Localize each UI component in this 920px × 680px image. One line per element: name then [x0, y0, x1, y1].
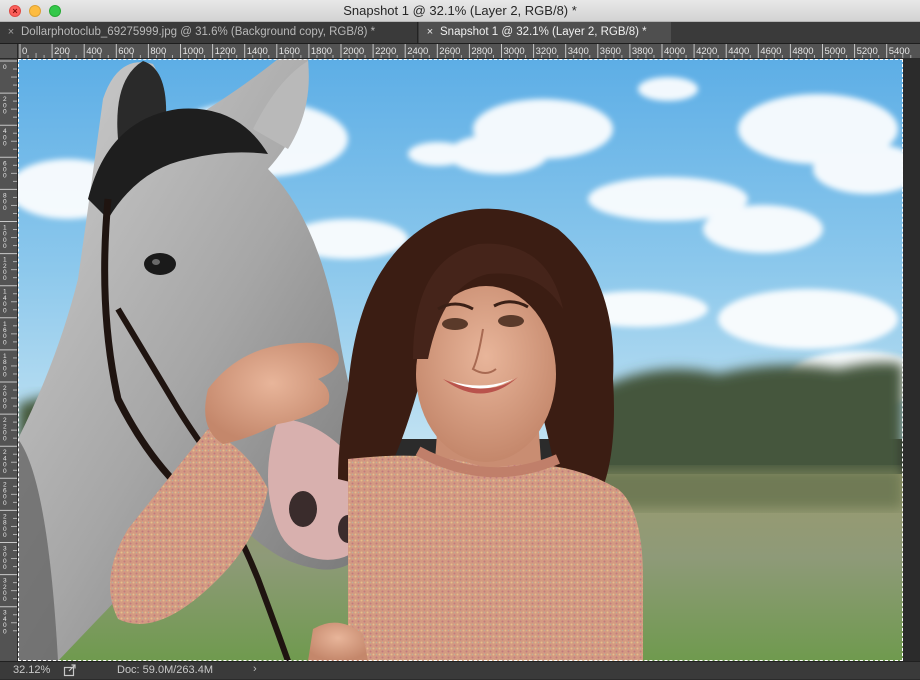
ruler-label: 2600: [439, 46, 460, 57]
ruler-label: 3600: [600, 46, 621, 57]
ruler-label: 3200: [536, 46, 557, 57]
ruler-label: 4800: [792, 46, 813, 57]
ruler-label: 0: [3, 532, 7, 539]
ruler-label: 600: [118, 46, 134, 57]
vertical-ruler[interactable]: 0200400600800100012001400160018002000220…: [0, 59, 18, 661]
tab-dollarphotoclub-document[interactable]: × Dollarphotoclub_69275999.jpg @ 31.6% (B…: [0, 22, 418, 43]
ruler-label: 0: [3, 372, 7, 379]
ruler-label: 2200: [375, 46, 396, 57]
ruler-label: 0: [3, 141, 7, 148]
ruler-label: 0: [3, 205, 7, 212]
zoom-level[interactable]: 32.12%: [13, 664, 50, 676]
ruler-label: 2000: [343, 46, 364, 57]
chevron-right-icon[interactable]: ›: [253, 663, 257, 675]
ruler-label: 5400: [889, 46, 910, 57]
ruler-label: 0: [3, 339, 7, 346]
share-icon[interactable]: [63, 663, 77, 677]
ruler-label: 1400: [247, 46, 268, 57]
ruler-label: 0: [3, 404, 7, 411]
ruler-label: 1600: [279, 46, 300, 57]
ruler-label: 1000: [183, 46, 204, 57]
ruler-label: 0: [3, 628, 7, 635]
window-title: Snapshot 1 @ 32.1% (Layer 2, RGB/8) *: [343, 3, 577, 18]
tab-label: Snapshot 1 @ 32.1% (Layer 2, RGB/8) *: [440, 26, 647, 38]
title-bar: × Snapshot 1 @ 32.1% (Layer 2, RGB/8) *: [0, 0, 920, 22]
ruler-label: 0: [3, 307, 7, 314]
ruler-label: 800: [150, 46, 166, 57]
horizontal-ruler[interactable]: 0 200 400 600 800 1000 1200 1400 1600 1800 2000 220…: [18, 44, 920, 59]
ruler-label: 5200: [857, 46, 878, 57]
ruler-label: 0: [3, 64, 7, 71]
ruler-label: 0: [3, 109, 7, 116]
ruler-label: 1200: [215, 46, 236, 57]
ruler-label: 3800: [632, 46, 653, 57]
photo-image: [18, 59, 903, 661]
ruler-label: 3000: [504, 46, 525, 57]
ruler-label: 4600: [760, 46, 781, 57]
ruler-label: 2400: [407, 46, 428, 57]
status-bar: 32.12% Doc: 59.0M/263.4M ›: [0, 661, 920, 679]
ruler-label: 1800: [311, 46, 332, 57]
ruler-label: 0: [3, 275, 7, 282]
ruler-label: 0: [3, 243, 7, 250]
horizontal-ruler-scale: 0 200 400 600 800 1000 1200 1400 1600 1800 2000 220…: [19, 44, 912, 58]
ruler-label: 4200: [696, 46, 717, 57]
vertical-ruler-scale: 0200400600800100012001400160018002000220…: [0, 60, 17, 635]
ruler-label: 2800: [471, 46, 492, 57]
ruler-label: 0: [3, 500, 7, 507]
ruler-label: 400: [86, 46, 102, 57]
ruler-label: 5000: [825, 46, 846, 57]
ruler-label: 3400: [568, 46, 589, 57]
document-canvas[interactable]: [18, 59, 903, 661]
document-size-info[interactable]: Doc: 59.0M/263.4M: [117, 664, 213, 676]
ruler-label: 0: [3, 564, 7, 571]
tab-snapshot-1-document[interactable]: × Snapshot 1 @ 32.1% (Layer 2, RGB/8) *: [419, 22, 671, 43]
tab-close-icon[interactable]: ×: [422, 22, 438, 43]
ruler-label: 0: [3, 468, 7, 475]
ruler-label: 0: [22, 46, 27, 57]
ruler-label: 4400: [728, 46, 749, 57]
ruler-label: 4000: [664, 46, 685, 57]
tab-close-icon[interactable]: ×: [3, 22, 19, 43]
ruler-label: 0: [3, 436, 7, 443]
ruler-label: 200: [54, 46, 70, 57]
tab-label: Dollarphotoclub_69275999.jpg @ 31.6% (Ba…: [21, 26, 376, 38]
ruler-origin-corner[interactable]: [0, 44, 18, 59]
ruler-label: 0: [3, 596, 7, 603]
canvas-margin: [903, 59, 920, 661]
ruler-label: 0: [3, 173, 7, 180]
document-tab-bar: × Dollarphotoclub_69275999.jpg @ 31.6% (B…: [0, 22, 920, 44]
